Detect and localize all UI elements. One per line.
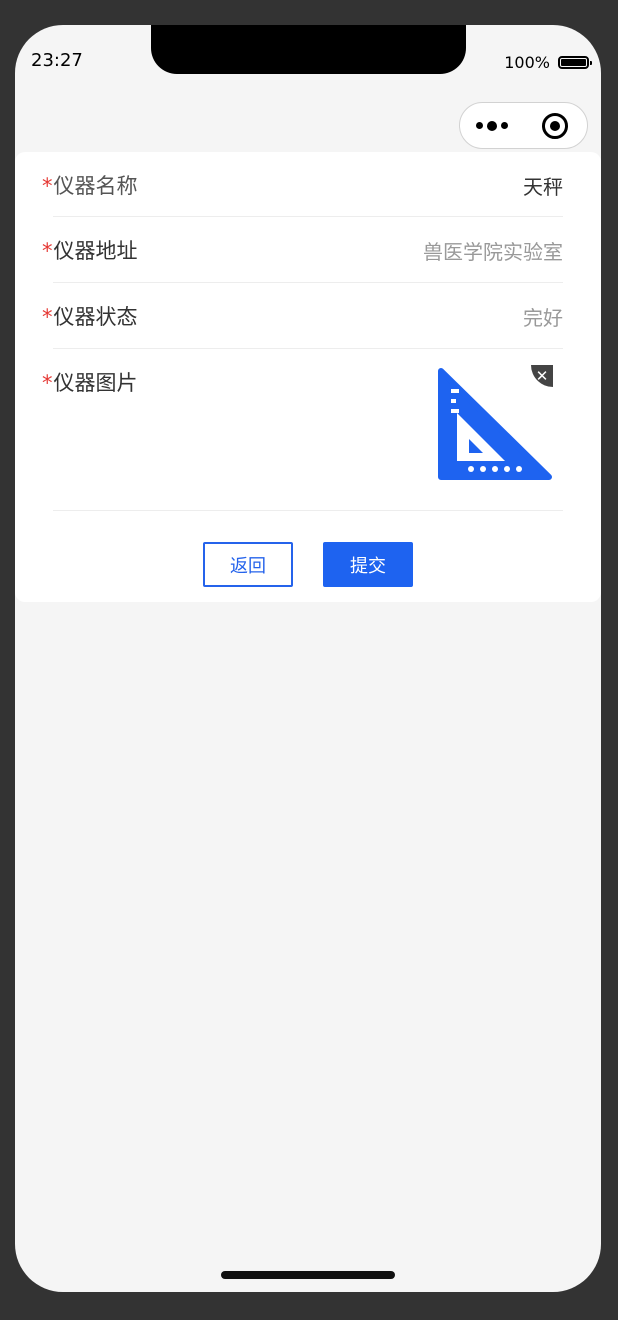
- field-value-address[interactable]: 兽医学院实验室: [423, 236, 563, 265]
- phone-screen: 23:27 100% *仪器名称 天秤 *仪器地址 兽医学院实验室 *仪器状态 …: [15, 25, 601, 1292]
- image-thumbnail[interactable]: ✕: [437, 365, 553, 481]
- field-label: *仪器名称: [42, 170, 138, 200]
- field-label-text: 仪器地址: [53, 239, 138, 263]
- field-row-name[interactable]: *仪器名称 天秤: [42, 152, 563, 217]
- status-right: 100%: [504, 53, 592, 72]
- back-button[interactable]: 返回: [203, 542, 293, 587]
- notch: [151, 25, 466, 74]
- form-card: *仪器名称 天秤 *仪器地址 兽医学院实验室 *仪器状态 完好 *仪器图片 ✕ …: [15, 152, 601, 602]
- status-time: 23:27: [31, 50, 83, 71]
- field-value-status[interactable]: 完好: [523, 302, 563, 331]
- field-label: *仪器图片: [42, 367, 138, 397]
- field-row-status[interactable]: *仪器状态 完好: [42, 283, 563, 349]
- field-row-address[interactable]: *仪器地址 兽医学院实验室: [42, 217, 563, 283]
- field-label: *仪器状态: [42, 301, 138, 331]
- field-label-text: 仪器图片: [53, 371, 138, 395]
- submit-button[interactable]: 提交: [323, 542, 413, 587]
- battery-icon: [558, 56, 592, 69]
- mini-program-capsule: [459, 102, 588, 149]
- required-mark: *: [42, 371, 53, 395]
- required-mark: *: [42, 239, 53, 263]
- field-row-image: *仪器图片 ✕: [42, 349, 563, 511]
- field-value-name[interactable]: 天秤: [523, 171, 563, 200]
- field-label: *仪器地址: [42, 235, 138, 265]
- required-mark: *: [42, 305, 53, 329]
- target-circle-icon[interactable]: [524, 103, 588, 148]
- home-indicator: [221, 1271, 395, 1279]
- field-label-text: 仪器名称: [53, 174, 138, 198]
- battery-percent: 100%: [504, 53, 550, 72]
- required-mark: *: [42, 174, 53, 198]
- more-dots-icon[interactable]: [460, 103, 524, 148]
- field-label-text: 仪器状态: [53, 305, 138, 329]
